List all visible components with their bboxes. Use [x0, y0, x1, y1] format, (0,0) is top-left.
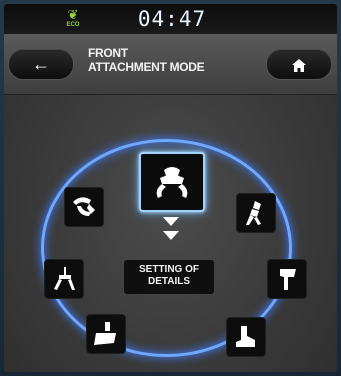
status-bar: ❦ ECO 04:47: [4, 4, 337, 34]
attachment-option-bucket[interactable]: [86, 314, 126, 354]
back-button[interactable]: ←: [8, 48, 74, 80]
title-line-1: FRONT: [88, 46, 128, 60]
selected-attachment-button[interactable]: [139, 152, 205, 212]
grapple-attachment-icon: [156, 167, 188, 198]
header: ← FRONT ATTACHMENT MODE: [4, 34, 337, 95]
eco-label: ECO: [66, 22, 80, 28]
down-arrow-icon: [163, 231, 179, 240]
arrow-left-icon: ←: [32, 54, 50, 74]
attachment-option-clamp[interactable]: [267, 259, 307, 299]
attachment-option-ripper[interactable]: [44, 259, 84, 299]
bucket-attachment-icon: [94, 322, 116, 345]
home-button[interactable]: [266, 48, 332, 80]
clamp-attachment-icon: [280, 269, 296, 290]
down-arrow-icon: [163, 217, 179, 226]
attachment-option-grapple[interactable]: [64, 187, 104, 227]
page-title: FRONT ATTACHMENT MODE: [88, 46, 258, 74]
leaf-icon: ❦: [67, 7, 79, 22]
attachment-option-breaker[interactable]: [236, 193, 276, 233]
details-line-2: DETAILS: [147, 276, 191, 287]
display-screen: ❦ ECO 04:47 ← FRONT ATTACHMENT MODE SETT…: [4, 4, 337, 372]
setting-of-details-button[interactable]: SETTING OF DETAILS: [124, 260, 214, 294]
title-line-2: ATTACHMENT MODE: [88, 60, 205, 74]
attachment-option-pusher[interactable]: [226, 317, 266, 357]
ripper-attachment-icon: [54, 267, 75, 290]
pusher-attachment-icon: [236, 326, 255, 347]
home-icon: [292, 58, 306, 72]
details-line-1: SETTING OF: [139, 264, 199, 275]
grapple-claw-icon: [73, 197, 95, 216]
breaker-attachment-icon: [246, 201, 261, 225]
clock: 04:47: [137, 7, 207, 31]
eco-indicator: ❦ ECO: [58, 8, 88, 32]
